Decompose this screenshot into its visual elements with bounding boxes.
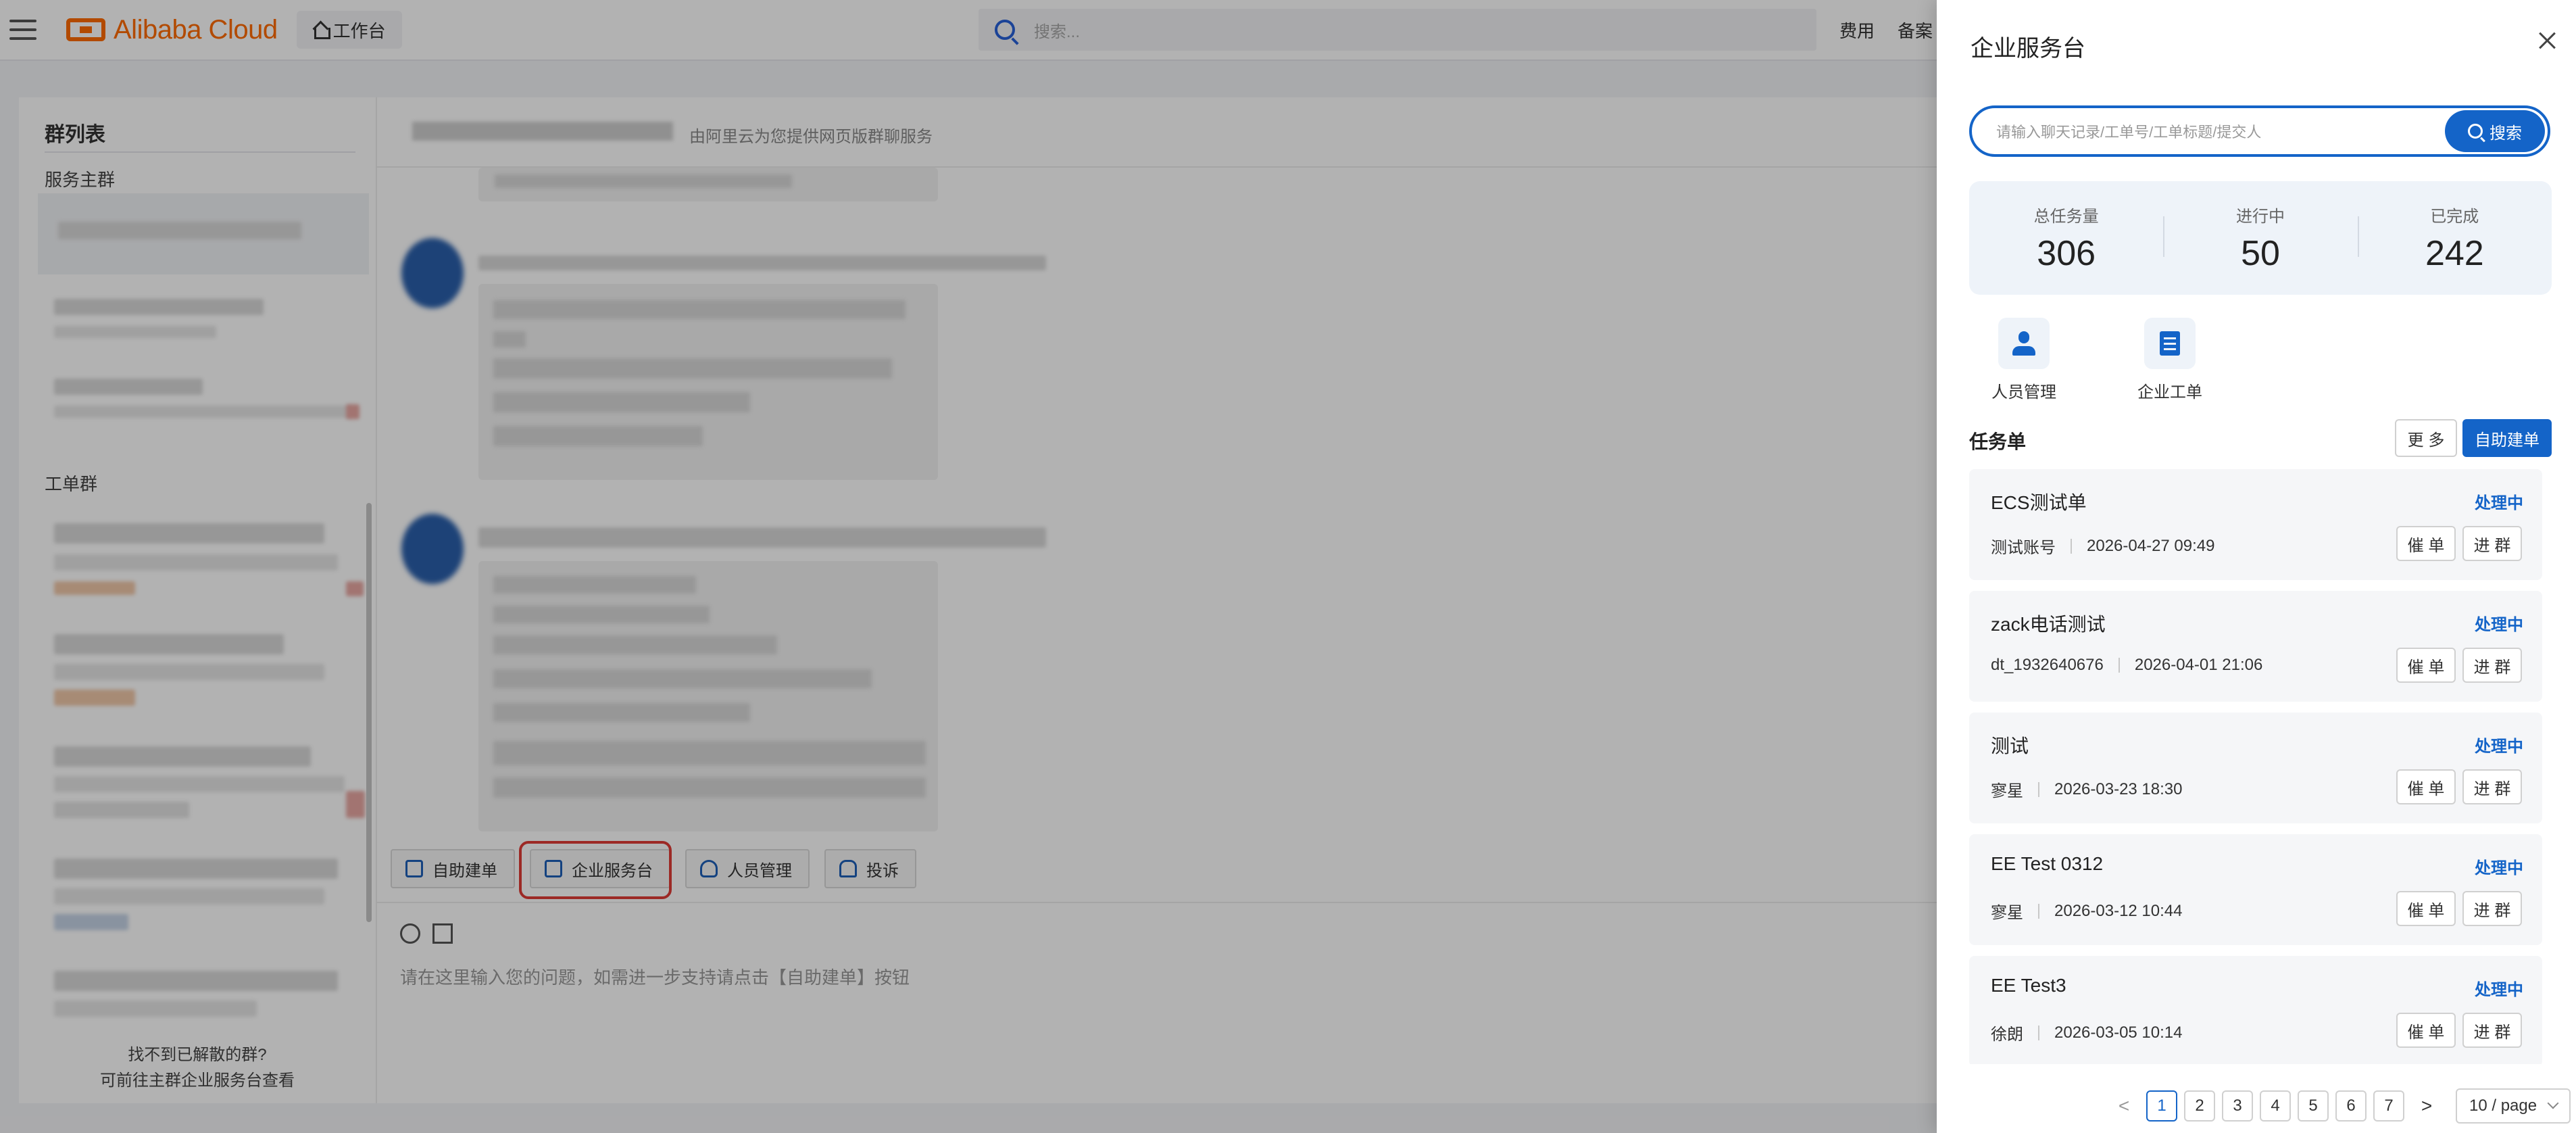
- task-meta: 寥星 2026-03-12 10:44: [1991, 899, 2183, 923]
- self-service-create-button[interactable]: 自助建单: [2462, 419, 2552, 457]
- page-button-2[interactable]: 2: [2184, 1090, 2215, 1122]
- quick-icon-box: [1998, 318, 2050, 369]
- divider: [2071, 538, 2072, 554]
- stat-label: 总任务量: [2033, 207, 2099, 226]
- task-status: 处理中: [2475, 859, 2523, 877]
- task-card[interactable]: EE Test 0312 处理中 寥星 2026-03-12 10:44 催 单…: [1969, 834, 2542, 945]
- task-card[interactable]: zack电话测试 处理中 dt_1932640676 2026-04-01 21…: [1969, 591, 2542, 702]
- task-owner: 测试账号: [1991, 539, 2056, 557]
- task-status: 处理中: [2475, 738, 2523, 756]
- stat-value: 306: [2037, 233, 2096, 273]
- task-time: 2026-03-05 10:14: [2054, 1023, 2183, 1042]
- task-list-heading: 任务单: [1969, 431, 2027, 452]
- stat-value: 242: [2425, 233, 2484, 273]
- search-icon: [2468, 124, 2483, 139]
- task-list: ECS测试单 处理中 测试账号 2026-04-27 09:49 催 单 进 群…: [1969, 469, 2552, 1064]
- task-card[interactable]: 测试 处理中 寥星 2026-03-23 18:30 催 单 进 群: [1969, 713, 2542, 823]
- task-meta: 测试账号 2026-04-27 09:49: [1991, 534, 2215, 558]
- enterprise-service-desk-drawer: 企业服务台 请输入聊天记录/工单号/工单标题/提交人 搜索 总任务量 306 进…: [1937, 0, 2576, 1133]
- join-group-button[interactable]: 进 群: [2462, 648, 2522, 683]
- divider: [2038, 903, 2039, 919]
- quick-label: 企业工单: [2137, 383, 2202, 402]
- page-button-4[interactable]: 4: [2260, 1090, 2291, 1122]
- divider: [2038, 1025, 2039, 1040]
- urge-button[interactable]: 催 单: [2396, 1013, 2456, 1048]
- task-owner: dt_1932640676: [1991, 656, 2104, 674]
- divider: [2038, 781, 2039, 797]
- drawer-search-placeholder: 请输入聊天记录/工单号/工单标题/提交人: [1996, 124, 2262, 141]
- page-size-value: 10 / page: [2469, 1096, 2537, 1115]
- pagination: < 1 2 3 4 5 6 7 > 10 / page: [2108, 1088, 2571, 1124]
- task-card[interactable]: ECS测试单 处理中 测试账号 2026-04-27 09:49 催 单 进 群: [1969, 469, 2542, 580]
- urge-button[interactable]: 催 单: [2396, 648, 2456, 683]
- task-stats: 总任务量 306 进行中 50 已完成 242: [1969, 181, 2552, 295]
- task-time: 2026-03-12 10:44: [2054, 901, 2183, 920]
- task-name: zack电话测试: [1991, 614, 2106, 635]
- divider: [2118, 658, 2120, 673]
- task-status: 处理中: [2475, 981, 2523, 999]
- quick-enterprise-tickets[interactable]: 企业工单: [2119, 318, 2221, 402]
- urge-button[interactable]: 催 单: [2396, 769, 2456, 804]
- task-meta: 寥星 2026-03-23 18:30: [1991, 777, 2183, 801]
- join-group-button[interactable]: 进 群: [2462, 891, 2522, 926]
- task-time: 2026-04-01 21:06: [2134, 656, 2263, 674]
- task-meta: dt_1932640676 2026-04-01 21:06: [1991, 656, 2262, 675]
- task-owner: 徐朗: [1991, 1026, 2023, 1044]
- task-time: 2026-04-27 09:49: [2087, 536, 2215, 555]
- page-button-5[interactable]: 5: [2298, 1090, 2329, 1122]
- close-icon[interactable]: [2538, 31, 2557, 50]
- task-owner: 寥星: [1991, 904, 2023, 922]
- task-meta: 徐朗 2026-03-05 10:14: [1991, 1021, 2183, 1044]
- page-button-1[interactable]: 1: [2146, 1090, 2177, 1122]
- task-name: EE Test3: [1991, 975, 2066, 996]
- stat-label: 进行中: [2235, 207, 2285, 226]
- document-icon: [2160, 331, 2180, 356]
- stat-completed: 已完成 242: [2357, 203, 2552, 274]
- task-name: EE Test 0312: [1991, 853, 2104, 874]
- more-button[interactable]: 更 多: [2395, 419, 2457, 457]
- stat-total: 总任务量 306: [1969, 203, 2163, 274]
- quick-icon-box: [2144, 318, 2196, 369]
- chevron-down-icon: [2547, 1097, 2559, 1109]
- drawer-search-button[interactable]: 搜索: [2445, 110, 2545, 152]
- urge-button[interactable]: 催 单: [2396, 526, 2456, 561]
- person-icon: [2012, 331, 2035, 356]
- task-name: ECS测试单: [1991, 492, 2087, 513]
- quick-personnel-management[interactable]: 人员管理: [1973, 318, 2075, 402]
- join-group-button[interactable]: 进 群: [2462, 1013, 2522, 1048]
- join-group-button[interactable]: 进 群: [2462, 769, 2522, 804]
- urge-button[interactable]: 催 单: [2396, 891, 2456, 926]
- quick-label: 人员管理: [1991, 383, 2056, 402]
- stat-value: 50: [2241, 233, 2280, 273]
- task-time: 2026-03-23 18:30: [2054, 779, 2183, 798]
- page-size-select[interactable]: 10 / page: [2456, 1088, 2571, 1124]
- task-status: 处理中: [2475, 494, 2523, 512]
- drawer-search-input[interactable]: 请输入聊天记录/工单号/工单标题/提交人 搜索: [1969, 105, 2550, 157]
- task-card[interactable]: EE Test3 处理中 徐朗 2026-03-05 10:14 催 单 进 群: [1969, 956, 2542, 1064]
- page-button-7[interactable]: 7: [2373, 1090, 2404, 1122]
- drawer-search-button-label: 搜索: [2490, 124, 2522, 143]
- pagination-prev-button[interactable]: <: [2108, 1090, 2139, 1122]
- drawer-title: 企业服务台: [1971, 36, 2085, 62]
- task-status: 处理中: [2475, 616, 2523, 634]
- join-group-button[interactable]: 进 群: [2462, 526, 2522, 561]
- page-button-6[interactable]: 6: [2335, 1090, 2367, 1122]
- pagination-next-button[interactable]: >: [2411, 1090, 2442, 1122]
- task-owner: 寥星: [1991, 782, 2023, 800]
- page-button-3[interactable]: 3: [2222, 1090, 2253, 1122]
- stat-label: 已完成: [2430, 207, 2479, 226]
- stat-in-progress: 进行中 50: [2163, 203, 2357, 274]
- task-name: 测试: [1991, 736, 2029, 756]
